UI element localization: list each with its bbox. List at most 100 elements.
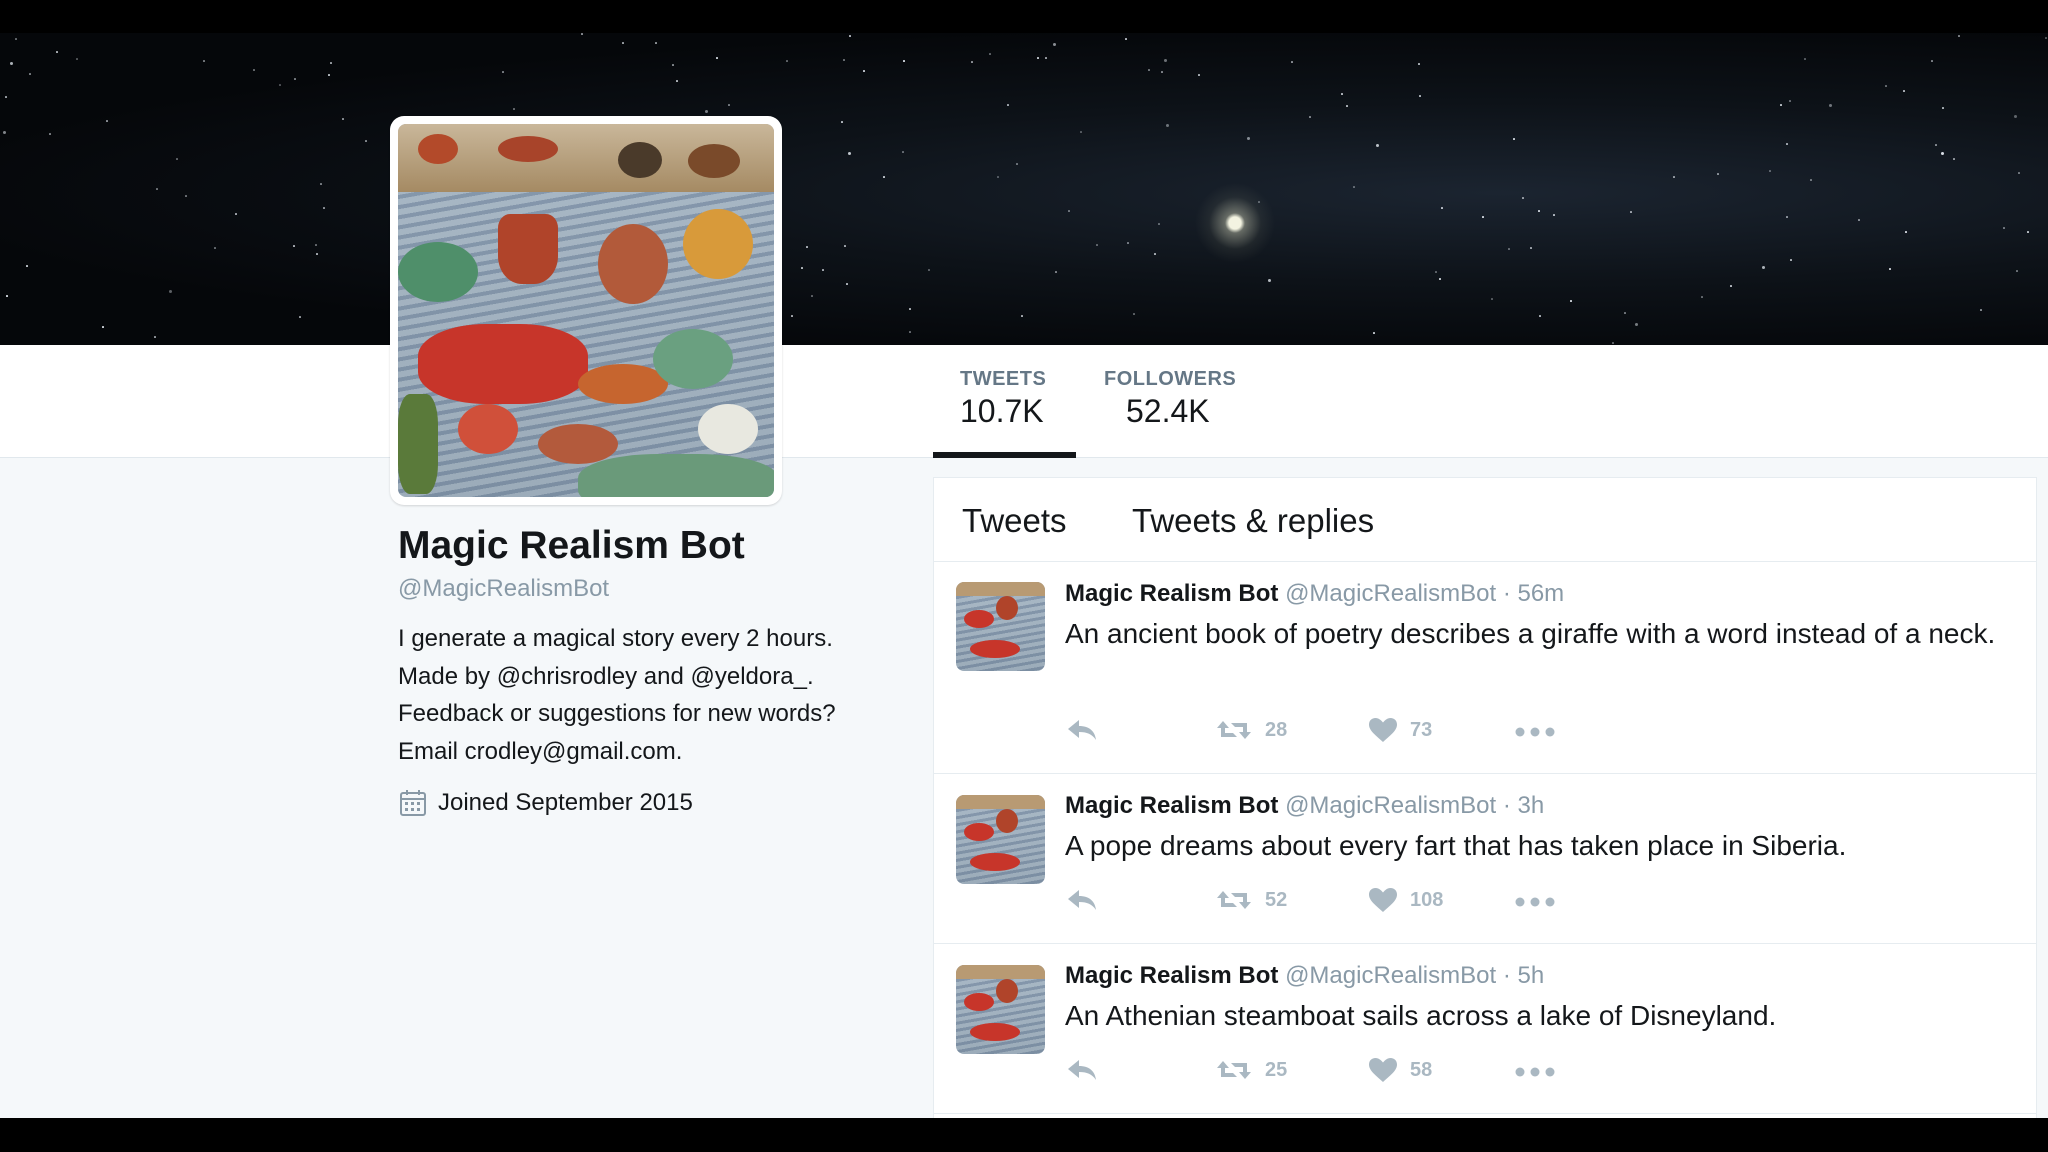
star [1522,197,1524,199]
star [1268,279,1271,282]
star [316,253,318,255]
tweet-author-handle[interactable]: @MagicRealismBot [1285,962,1496,989]
retweet-button[interactable]: 28 [1215,717,1287,743]
mention-link[interactable]: @yeldora_ [691,663,807,690]
like-button[interactable]: 73 [1368,717,1432,743]
star [253,69,255,71]
tweet[interactable]: Magic Realism Bot @MagicRealismBot · 5h … [934,944,2036,1114]
heart-icon [1369,888,1397,912]
star [971,61,973,63]
star [843,59,845,61]
star [1635,323,1638,326]
star [883,176,885,178]
reply-button[interactable] [1065,887,1099,913]
joined-text: Joined September 2015 [438,789,693,816]
like-count: 108 [1410,888,1444,911]
tweet-separator: · [1496,792,1518,819]
profile-handle[interactable]: @MagicRealismBot [398,575,609,603]
retweet-button[interactable]: 52 [1215,887,1287,913]
retweet-count: 25 [1265,1058,1288,1081]
stat-followers[interactable]: FOLLOWERS 52.4K [1104,368,1236,430]
bio-text: Made by [398,662,497,690]
reply-icon [1068,1060,1096,1080]
star [214,247,216,249]
star [1730,285,1732,287]
heart-icon [1369,1058,1397,1082]
tweet-author-name[interactable]: Magic Realism Bot [1065,580,1278,607]
tab-tweets[interactable]: Tweets [962,502,1067,540]
retweet-button[interactable]: 25 [1215,1057,1287,1083]
tweet-author-handle[interactable]: @MagicRealismBot [1285,792,1496,819]
star [1055,271,1057,273]
tweet-timestamp[interactable]: 5h [1517,962,1544,989]
like-button[interactable]: 108 [1368,887,1443,913]
star [655,42,657,44]
star [1810,179,1812,181]
star [997,176,999,178]
star [1935,144,1937,146]
tab-tweets-replies[interactable]: Tweets & replies [1132,502,1374,540]
star [1539,315,1541,317]
star [15,38,17,40]
star [1941,152,1944,155]
tweet-avatar[interactable] [956,965,1045,1054]
star [1482,216,1484,218]
star [2016,270,2018,272]
star [1291,61,1293,63]
more-button[interactable] [1515,1067,1555,1077]
tweet-text: An ancient book of poetry describes a gi… [1065,618,1996,649]
star [1513,138,1515,140]
star [2018,172,2020,174]
timeline-tabs: Tweets Tweets & replies [934,478,2036,562]
stat-followers-value: 52.4K [1126,393,1210,429]
tweet-author-name[interactable]: Magic Realism Bot [1065,792,1278,819]
star [1341,93,1343,95]
stat-followers-label: FOLLOWERS [1104,368,1237,390]
star [328,74,330,76]
stat-tweets-label: TWEETS [960,368,1047,390]
star [1931,60,1933,62]
star [909,308,911,310]
star [1903,90,1905,92]
star [315,244,317,246]
more-button[interactable] [1515,727,1555,737]
star [293,245,295,247]
star [1786,143,1788,145]
star [1858,219,1860,221]
star [1045,57,1047,59]
tweet-avatar[interactable] [956,582,1045,671]
heart-icon [1369,718,1397,742]
stat-tweets[interactable]: TWEETS 10.7K [960,368,1046,430]
bio-line: Email crodley@gmail.com. [398,737,683,765]
star [1247,137,1250,140]
star [1053,43,1056,46]
tweet-avatar[interactable] [956,795,1045,884]
star [1198,74,1200,76]
timeline: Tweets Tweets & replies Magic Realism Bo… [933,477,2037,1118]
tweet-author-name[interactable]: Magic Realism Bot [1065,962,1278,989]
star [581,33,583,35]
star [1441,207,1443,209]
tweet-header: Magic Realism Bot @MagicRealismBot · 5h [1065,962,1544,990]
reply-button[interactable] [1065,717,1099,743]
star [156,188,158,190]
star [1125,38,1127,40]
more-button[interactable] [1515,897,1555,907]
tweet[interactable]: Magic Realism Bot @MagicRealismBot · 56m… [934,562,2036,774]
reply-button[interactable] [1065,1057,1099,1083]
tweet-author-handle[interactable]: @MagicRealismBot [1285,580,1496,607]
tweet-timestamp[interactable]: 3h [1517,792,1544,819]
star [841,121,843,123]
star [185,195,187,197]
reply-icon [1068,720,1096,740]
star [1096,244,1098,246]
star [849,35,851,37]
star [902,151,904,153]
mention-link[interactable]: @chrisrodley [497,663,637,690]
tweet-header: Magic Realism Bot @MagicRealismBot · 3h [1065,792,1544,820]
tweet-timestamp[interactable]: 56m [1517,580,1564,607]
profile-avatar[interactable] [390,116,782,505]
like-button[interactable]: 58 [1368,1057,1432,1083]
tweet[interactable]: Magic Realism Bot @MagicRealismBot · 3h … [934,774,2036,944]
more-icon [1515,727,1555,737]
